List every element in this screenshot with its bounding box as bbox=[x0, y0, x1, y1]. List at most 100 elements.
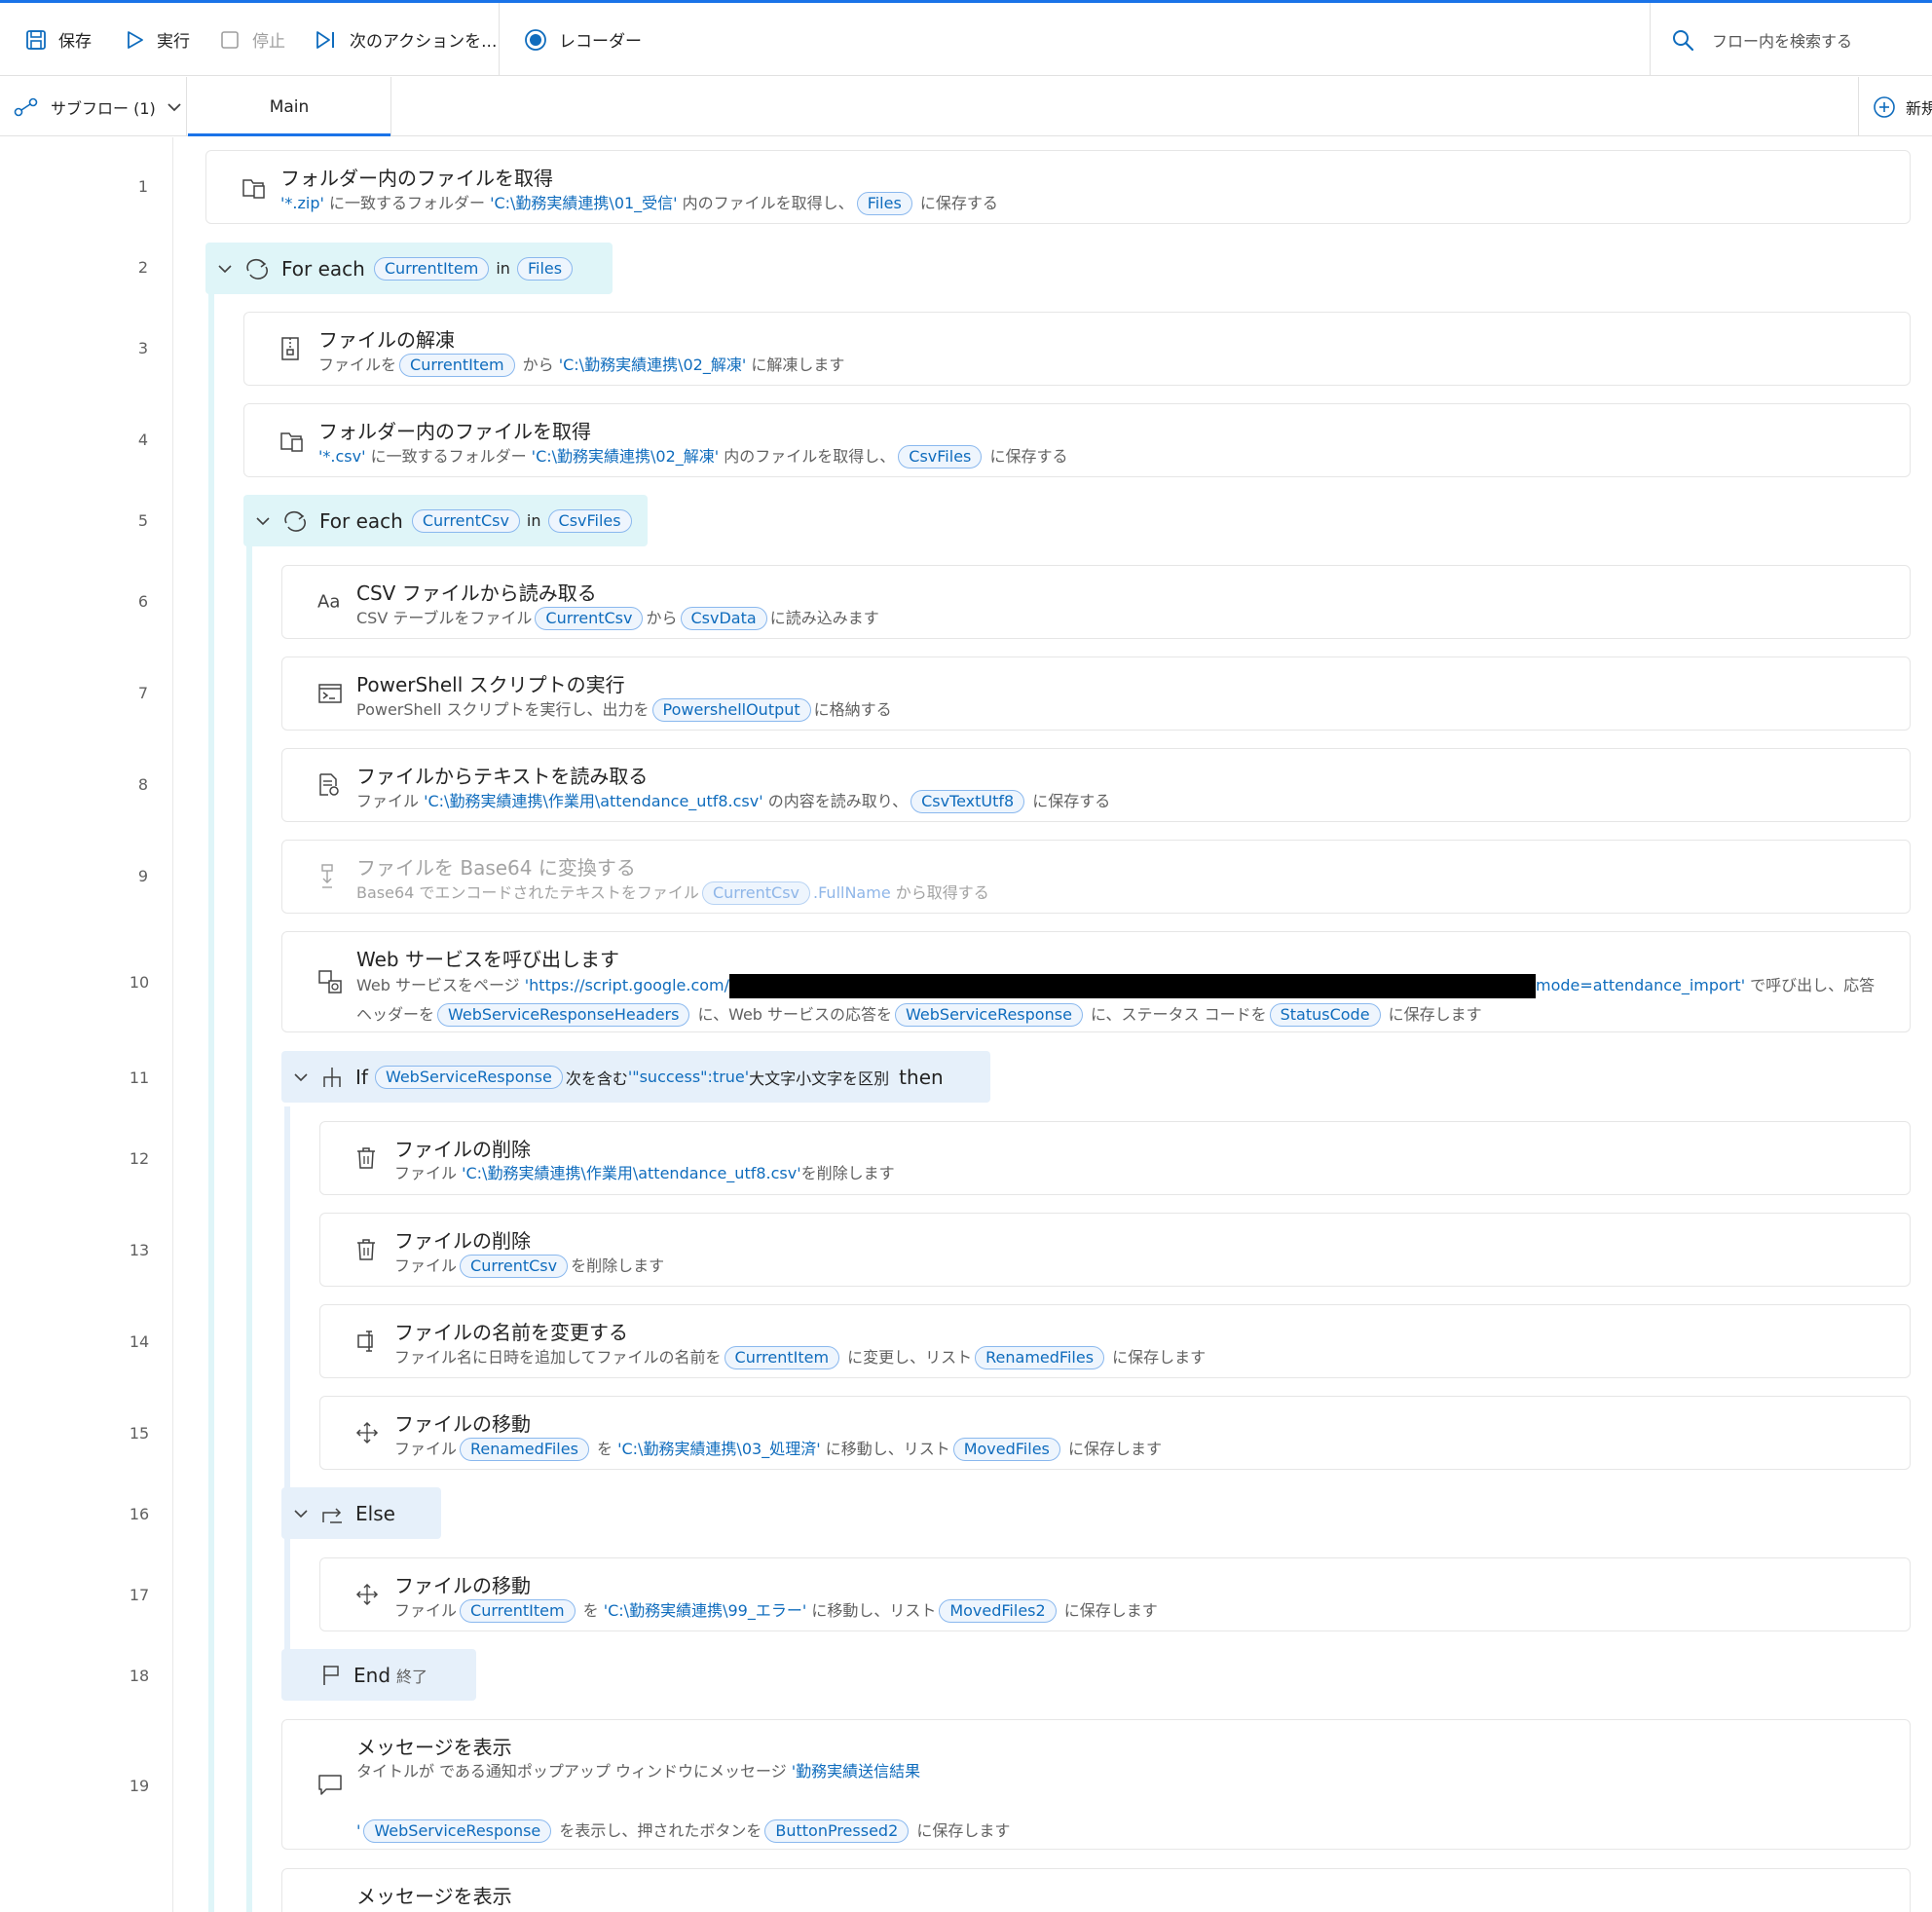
variable-pill[interactable]: MovedFiles bbox=[952, 1438, 1060, 1461]
variable-pill[interactable]: RenamedFiles bbox=[460, 1438, 589, 1461]
trash-icon bbox=[357, 1239, 375, 1260]
desc-text: の内容を読み取り、 bbox=[762, 792, 909, 810]
action-move-file[interactable]: ファイルの移動 ファイル CurrentItem を 'C:\勤務実績連携\99_… bbox=[319, 1557, 1911, 1631]
param-value: '勤務実績送信結果 bbox=[791, 1762, 921, 1781]
chevron-down-icon[interactable] bbox=[255, 513, 271, 529]
desc-text: に保存します bbox=[1107, 1348, 1207, 1367]
recorder-button[interactable]: レコーダー bbox=[524, 3, 642, 76]
new-subflow-button[interactable]: 新規 bbox=[1858, 77, 1932, 136]
chevron-down-icon[interactable] bbox=[293, 1069, 309, 1085]
action-title: メッセージを表示 bbox=[356, 1885, 512, 1908]
variable-pill[interactable]: CurrentItem bbox=[373, 256, 490, 281]
action-convert-file-to-base64[interactable]: ファイルを Base64 に変換する Base64 でエンコードされたテキストを… bbox=[281, 840, 1911, 914]
variable-pill[interactable]: CsvData bbox=[680, 607, 767, 630]
run-label: 実行 bbox=[157, 32, 190, 52]
action-rename-file[interactable]: ファイルの名前を変更する ファイル名に日時を追加してファイルの名前を Curren… bbox=[319, 1304, 1911, 1378]
action-title: ファイルからテキストを読み取る bbox=[356, 765, 649, 788]
tab-main[interactable]: Main bbox=[188, 77, 391, 136]
variable-pill[interactable]: CsvTextUtf8 bbox=[910, 790, 1025, 813]
desc-text: を表示し、押されたボタンを bbox=[554, 1821, 762, 1840]
variable-pill[interactable]: WebServiceResponse bbox=[895, 1003, 1083, 1027]
desc-text: を削除します bbox=[571, 1256, 665, 1275]
variable-pill[interactable]: StatusCode bbox=[1269, 1003, 1381, 1027]
desc-text: CSV テーブルをファイル bbox=[356, 609, 533, 627]
save-button[interactable]: 保存 bbox=[25, 3, 92, 76]
action-run-powershell[interactable]: PowerShell スクリプトの実行 PowerShell スクリプトを実行し… bbox=[281, 656, 1911, 731]
action-display-message[interactable]: メッセージを表示 bbox=[281, 1868, 1911, 1912]
action-read-text-from-file[interactable]: ファイルからテキストを読み取る ファイル 'C:\勤務実績連携\作業用\atte… bbox=[281, 748, 1911, 822]
variable-pill[interactable]: CurrentCsv bbox=[535, 607, 644, 630]
variable-pill[interactable]: Files bbox=[856, 192, 912, 215]
else-branch-icon bbox=[322, 1507, 342, 1523]
variable-pill[interactable]: CurrentCsv bbox=[460, 1255, 569, 1278]
action-read-csv[interactable]: Aa CSV ファイルから読み取る CSV テーブルをファイル CurrentCs… bbox=[281, 565, 1911, 639]
action-display-message[interactable]: メッセージを表示 タイトルが である通知ポップアップ ウィンドウにメッセージ '… bbox=[281, 1719, 1911, 1850]
step-next-icon bbox=[316, 30, 334, 49]
desc-text: ファイル bbox=[356, 792, 425, 810]
desc-text: ファイル bbox=[394, 1601, 458, 1620]
desc-text: に保存する bbox=[914, 194, 998, 212]
action-move-file[interactable]: ファイルの移動 ファイル RenamedFiles を 'C:\勤務実績連携\03… bbox=[319, 1396, 1911, 1470]
desc-text: に読み込みます bbox=[769, 609, 879, 627]
if-block[interactable]: If WebServiceResponse 次を含む '"success":tru… bbox=[281, 1051, 990, 1103]
variable-pill[interactable]: WebServiceResponseHeaders bbox=[437, 1003, 690, 1027]
next-action-button[interactable]: 次のアクションを... bbox=[315, 3, 497, 76]
stop-label: 停止 bbox=[252, 32, 285, 52]
variable-pill[interactable]: Files bbox=[516, 256, 574, 281]
chevron-down-icon[interactable] bbox=[293, 1506, 309, 1521]
variable-pill[interactable]: WebServiceResponse bbox=[363, 1819, 552, 1843]
action-delete-file[interactable]: ファイルの削除 ファイル CurrentCsv を削除します bbox=[319, 1213, 1911, 1287]
line-number-gutter: 1 2 3 4 5 6 7 8 9 10 11 12 13 14 15 16 1… bbox=[0, 137, 173, 1912]
variable-pill[interactable]: CurrentItem bbox=[460, 1599, 576, 1623]
keyword-in: in bbox=[526, 511, 541, 530]
variable-pill[interactable]: RenamedFiles bbox=[975, 1346, 1105, 1369]
variable-pill[interactable]: CurrentItem bbox=[724, 1346, 840, 1369]
variable-pill[interactable]: CsvFiles bbox=[898, 445, 983, 469]
line-number: 1 bbox=[137, 177, 149, 196]
tab-main-label: Main bbox=[269, 96, 310, 117]
action-title: フォルダー内のファイルを取得 bbox=[318, 420, 591, 443]
param-value: 'C:\勤務実績連携\01_受信' bbox=[490, 194, 678, 212]
variable-pill[interactable]: CurrentItem bbox=[399, 354, 515, 377]
variable-pill[interactable]: PowershellOutput bbox=[651, 698, 811, 722]
foreach-block[interactable]: For each CurrentCsv in CsvFiles bbox=[243, 495, 648, 546]
variable-pill[interactable]: CurrentCsv bbox=[701, 881, 811, 905]
run-button[interactable]: 実行 bbox=[124, 3, 190, 76]
desc-text: から bbox=[517, 356, 559, 374]
folder-files-icon bbox=[242, 179, 265, 199]
variable-pill[interactable]: MovedFiles2 bbox=[939, 1599, 1057, 1623]
variable-pill[interactable]: WebServiceResponse bbox=[374, 1065, 563, 1089]
desc-text: に変更し、リスト bbox=[842, 1348, 973, 1367]
variable-pill[interactable]: ButtonPressed2 bbox=[764, 1819, 910, 1843]
action-description: Web サービスをページ 'https://script.google.com/… bbox=[356, 971, 1875, 1030]
param-value: 'C:\勤務実績連携\02_解凍' bbox=[531, 447, 720, 466]
flow-search-input[interactable]: フロー内を検索する bbox=[1671, 3, 1852, 76]
action-title: ファイルの削除 bbox=[394, 1138, 531, 1161]
chevron-down-icon[interactable] bbox=[217, 261, 233, 277]
keyword: Else bbox=[355, 1501, 395, 1525]
subflow-label: サブフロー (1) bbox=[51, 98, 156, 118]
action-get-files-in-folder[interactable]: フォルダー内のファイルを取得 '*.csv' に一致するフォルダー 'C:\勤務… bbox=[243, 403, 1911, 477]
variable-pill[interactable]: CurrentCsv bbox=[411, 508, 520, 533]
action-get-files-in-folder[interactable]: フォルダー内のファイルを取得 '*.zip' に一致するフォルダー 'C:\勤務… bbox=[205, 150, 1911, 224]
keyword: End bbox=[353, 1663, 391, 1687]
desc-text: から bbox=[646, 609, 678, 627]
desc-text: 大文字小文字を区別 bbox=[749, 1068, 890, 1088]
keyword-in: in bbox=[496, 259, 510, 278]
line-number: 8 bbox=[137, 775, 149, 794]
action-unzip-files[interactable]: ファイルの解凍 ファイルを CurrentItem から 'C:\勤務実績連携\0… bbox=[243, 312, 1911, 386]
action-invoke-web-service[interactable]: Web サービスを呼び出します Web サービスをページ 'https://sc… bbox=[281, 931, 1911, 1032]
else-block[interactable]: Else bbox=[281, 1487, 441, 1539]
action-description: ファイルを CurrentItem から 'C:\勤務実績連携\02_解凍' に解… bbox=[318, 354, 844, 377]
end-block[interactable]: End 終了 bbox=[281, 1649, 476, 1701]
variable-pill[interactable]: CsvFiles bbox=[547, 508, 632, 533]
foreach-rail bbox=[246, 496, 252, 1912]
subflow-dropdown[interactable]: サブフロー (1) bbox=[0, 77, 187, 136]
foreach-block[interactable]: For each CurrentItem in Files bbox=[205, 243, 613, 294]
param-value: 'C:\勤務実績連携\作業用\attendance_utf8.csv' bbox=[462, 1164, 801, 1182]
desc-text: ファイル bbox=[394, 1256, 458, 1275]
action-delete-file[interactable]: ファイルの削除 ファイル 'C:\勤務実績連携\作業用\attendance_u… bbox=[319, 1121, 1911, 1195]
stop-button[interactable]: 停止 bbox=[219, 3, 285, 76]
desc-text: に一致するフォルダー bbox=[365, 447, 532, 466]
keyword: For each bbox=[281, 256, 365, 281]
